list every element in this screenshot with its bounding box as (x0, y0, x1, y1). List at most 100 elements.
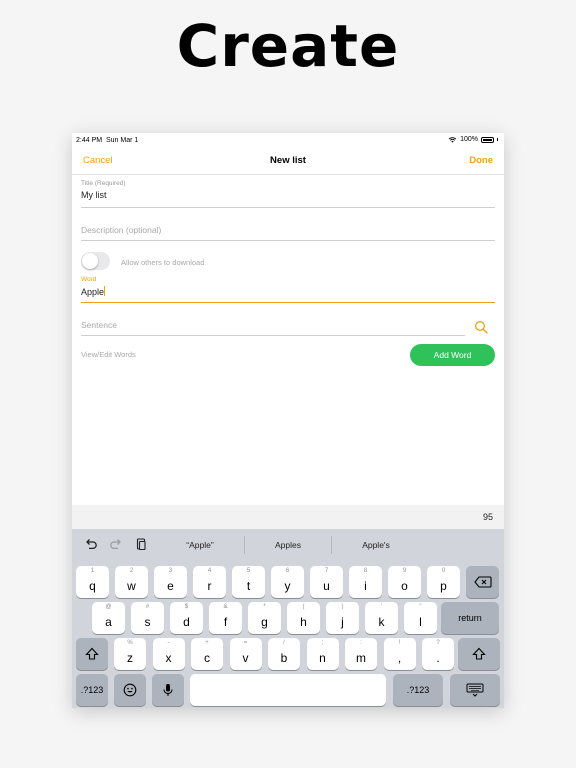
key-5-row2[interactable]: * g (248, 602, 281, 634)
key-8-row1[interactable]: 8i (349, 566, 382, 598)
shift-key-left[interactable] (76, 638, 108, 670)
numbers-label: .?123 (80, 685, 104, 695)
title-input[interactable]: My list (81, 190, 495, 200)
key-2-row2[interactable]: # s (131, 602, 164, 634)
status-time: 2:44 PM Sun Mar 1 (76, 137, 138, 144)
key-3-row1[interactable]: 3e (154, 566, 187, 598)
key-4-row3[interactable]: = v (229, 638, 262, 670)
sentence-underline (81, 335, 465, 336)
battery-icon (481, 136, 494, 143)
allow-download-toggle[interactable] (81, 252, 110, 270)
suggestion-3[interactable]: Apple's (336, 540, 416, 550)
key-9-row3[interactable]: ?. (422, 638, 454, 670)
key-label: d (183, 615, 190, 629)
keyboard: “Apple” Apples Apple's 1q2w3e4r5t6y7u8i9… (72, 529, 504, 708)
key-6-row3[interactable]: ; n (306, 638, 339, 670)
title-underline (81, 207, 495, 208)
add-word-button[interactable]: Add Word (410, 344, 495, 366)
status-date: Sun Mar 1 (105, 137, 139, 144)
numbers-key-left[interactable]: .?123 (76, 674, 108, 706)
key-3-row3[interactable]: + c (191, 638, 223, 670)
key-alt-label: 1 (90, 568, 95, 574)
key-9-row1[interactable]: 9o (388, 566, 421, 598)
description-input[interactable]: Description (optional) (81, 225, 495, 235)
suggestion-1[interactable]: “Apple” (160, 540, 240, 550)
word-input[interactable]: Apple (81, 286, 495, 297)
undo-icon[interactable] (84, 537, 98, 551)
key-1-row1[interactable]: 1q (76, 566, 109, 598)
key-label: q (89, 579, 96, 593)
key-6-row2[interactable]: (h (287, 602, 320, 634)
key-label: z (127, 651, 133, 665)
word-input-value: Apple (81, 287, 105, 297)
key-label: g (261, 615, 268, 629)
emoji-key[interactable] (114, 674, 146, 706)
key-alt-label: 3 (168, 568, 173, 574)
device-screen: 2:44 PM Sun Mar 1 100% New list Cancel D… (72, 133, 504, 708)
status-right: 100% (448, 136, 498, 143)
description-field[interactable]: Description (optional) (81, 225, 495, 241)
key-7-row2[interactable]: ) j (326, 602, 359, 634)
key-label: i (364, 579, 367, 593)
word-label: Word (81, 276, 97, 283)
key-6-row1[interactable]: 6y (271, 566, 304, 598)
title-field[interactable]: Title (Required) My list (81, 180, 495, 208)
key-label: l (419, 615, 422, 629)
key-alt-label: ; (321, 640, 324, 646)
key-5-row3[interactable]: / b (268, 638, 300, 670)
key-5-row1[interactable]: 5t (232, 566, 265, 598)
sentence-field[interactable]: Sentence (81, 320, 465, 336)
hide-keyboard-icon (466, 683, 484, 697)
dictation-key[interactable] (152, 674, 184, 706)
space-key[interactable] (190, 674, 386, 706)
suggestion-2[interactable]: Apples (248, 540, 328, 550)
shift-key-right[interactable] (458, 638, 500, 670)
title-label: Title (Required) (81, 180, 126, 187)
key-4-row2[interactable]: & f (209, 602, 242, 634)
key-8-row2[interactable]: ' k (365, 602, 398, 634)
key-7-row3[interactable]: :m (345, 638, 377, 670)
key-7-row1[interactable]: 7u (310, 566, 343, 598)
key-1-row2[interactable]: @ a (92, 602, 125, 634)
key-label: s (144, 615, 151, 629)
word-field[interactable]: Word Apple (81, 276, 495, 303)
key-2-row1[interactable]: 2w (115, 566, 148, 598)
key-alt-label: : (360, 640, 362, 646)
key-label: u (323, 579, 330, 593)
key-9-row2[interactable]: " l (404, 602, 437, 634)
redo-icon[interactable] (109, 537, 123, 551)
key-label: , (397, 651, 402, 665)
keyboard-suggestion-bar: “Apple” Apples Apple's (72, 529, 504, 561)
sentence-input[interactable]: Sentence (81, 320, 465, 330)
key-label: j (341, 615, 344, 629)
hide-keyboard-key[interactable] (450, 674, 500, 706)
key-label: y (284, 579, 291, 593)
key-3-row2[interactable]: $ d (170, 602, 203, 634)
search-icon[interactable] (474, 320, 488, 334)
key-alt-label: @ (105, 604, 112, 610)
key-label: r (207, 579, 212, 593)
key-2-row3[interactable]: -x (152, 638, 185, 670)
numbers-key-right[interactable]: .?123 (393, 674, 443, 706)
view-edit-words-link[interactable]: View/Edit Words (81, 350, 136, 359)
battery-tip (497, 138, 498, 141)
return-key[interactable]: return (441, 602, 499, 634)
done-button[interactable]: Done (469, 155, 493, 166)
character-counter-bar: 95 (72, 505, 504, 529)
cancel-button[interactable]: Cancel (83, 155, 113, 166)
key-1-row3[interactable]: % z (114, 638, 146, 670)
suggestion-divider (244, 536, 245, 554)
key-10-row1[interactable]: 0p (427, 566, 460, 598)
key-alt-label: 4 (207, 568, 212, 574)
key-alt-label: # (145, 604, 150, 610)
key-label: w (127, 579, 136, 593)
paste-icon[interactable] (134, 537, 148, 551)
key-4-row1[interactable]: 4r (193, 566, 226, 598)
status-time-value: 2:44 PM (76, 137, 103, 144)
key-label: p (440, 579, 447, 593)
battery-percent: 100% (460, 136, 478, 143)
backspace-key[interactable] (466, 566, 499, 598)
key-8-row3[interactable]: !, (383, 638, 416, 670)
key-label: n (319, 651, 326, 665)
nav-title: New list (270, 155, 306, 166)
